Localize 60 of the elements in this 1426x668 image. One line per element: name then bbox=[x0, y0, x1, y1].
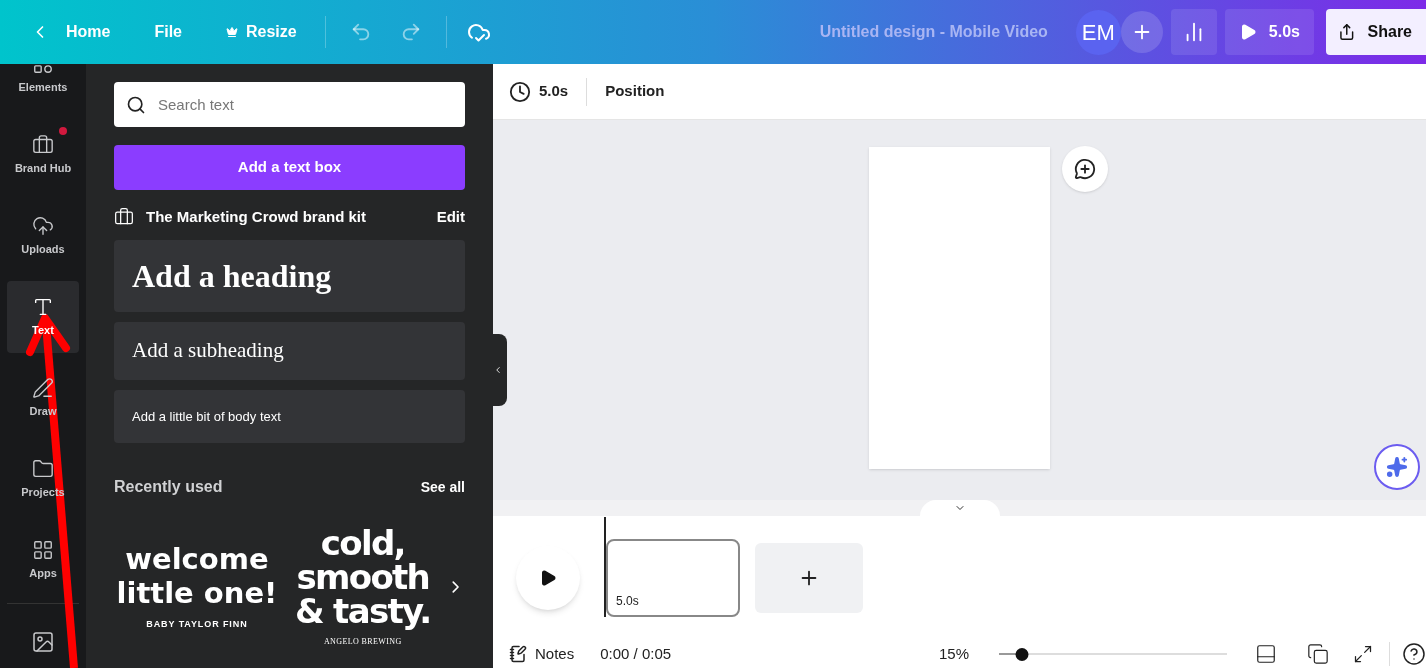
edit-link[interactable]: Edit bbox=[436, 205, 465, 229]
zoom-percent: 15% bbox=[938, 643, 969, 664]
text-template[interactable]: cold, smooth & tasty. ANGELO BREWING bbox=[279, 517, 446, 657]
grid-icon bbox=[32, 538, 54, 561]
heading-style[interactable]: Add a heading bbox=[114, 240, 465, 312]
template-text: cold, bbox=[320, 526, 405, 560]
search-field[interactable]: Search text bbox=[114, 82, 465, 127]
sparkles-icon bbox=[1386, 456, 1408, 478]
pages-icon[interactable] bbox=[1307, 643, 1329, 665]
brand-kit-name: The Marketing Crowd brand kit bbox=[146, 206, 367, 227]
body-text-style[interactable]: Add a little bit of body text bbox=[114, 390, 465, 443]
chevron-left-icon bbox=[493, 365, 503, 375]
crown-icon bbox=[226, 26, 238, 38]
sidebar-item[interactable]: Apps bbox=[7, 524, 79, 596]
help-icon[interactable] bbox=[1402, 642, 1426, 666]
sidebar-item[interactable]: Uploads bbox=[7, 200, 79, 272]
notes-button[interactable]: Notes bbox=[509, 642, 575, 666]
slider-thumb[interactable] bbox=[1015, 647, 1029, 661]
subheading-style[interactable]: Add a subheading bbox=[114, 322, 465, 380]
image-icon[interactable] bbox=[31, 630, 55, 654]
sidebar-item[interactable]: Brand Hub bbox=[7, 119, 79, 191]
share-button[interactable]: Share bbox=[1326, 9, 1426, 55]
play-icon bbox=[539, 569, 557, 587]
time-display: 0:00 / 0:05 bbox=[600, 643, 672, 664]
briefcase-icon bbox=[114, 207, 134, 227]
share-icon bbox=[1338, 22, 1356, 42]
zoom-slider[interactable] bbox=[999, 647, 1227, 661]
clock-icon bbox=[509, 80, 531, 103]
position-button[interactable]: Position bbox=[605, 80, 665, 103]
duration-button[interactable]: 5.0s bbox=[509, 80, 569, 103]
add-text-box-button[interactable]: Add a text box bbox=[114, 145, 465, 190]
collapse-tab[interactable] bbox=[493, 334, 507, 406]
add-comment-button[interactable] bbox=[1062, 146, 1108, 192]
text-template[interactable]: welcome little one! BABY TAYLOR FINN bbox=[114, 517, 280, 657]
cloud-upload-icon bbox=[32, 214, 54, 237]
template-text: welcome bbox=[125, 542, 269, 577]
add-collaborator-button[interactable] bbox=[1120, 11, 1163, 53]
sidebar-item[interactable]: Elements bbox=[7, 64, 79, 110]
magic-button[interactable] bbox=[1374, 444, 1420, 490]
play-button[interactable] bbox=[516, 546, 580, 610]
template-text: & tasty. bbox=[295, 594, 431, 628]
user-avatar[interactable]: EM bbox=[1075, 9, 1121, 55]
section-title: Recently used bbox=[114, 477, 223, 497]
template-caption: BABY TAYLOR FINN bbox=[146, 618, 248, 632]
folder-icon bbox=[32, 457, 54, 480]
clip-duration: 5.0s bbox=[616, 593, 639, 610]
template-text: little one! bbox=[116, 576, 278, 611]
search-icon bbox=[126, 94, 146, 115]
see-all-link[interactable]: See all bbox=[420, 476, 465, 498]
grid-view-icon[interactable] bbox=[1255, 643, 1277, 665]
briefcase-icon bbox=[32, 133, 54, 156]
notes-icon bbox=[509, 645, 527, 663]
timeline-clip[interactable]: 5.0s bbox=[606, 539, 740, 617]
fullscreen-icon[interactable] bbox=[1353, 644, 1373, 664]
pen-icon bbox=[32, 376, 54, 399]
comment-plus-icon bbox=[1074, 158, 1096, 180]
present-button[interactable]: 5.0s bbox=[1224, 9, 1314, 55]
template-caption: ANGELO BREWING bbox=[323, 636, 402, 648]
template-text: smooth bbox=[296, 560, 430, 594]
insights-button[interactable] bbox=[1170, 9, 1217, 55]
